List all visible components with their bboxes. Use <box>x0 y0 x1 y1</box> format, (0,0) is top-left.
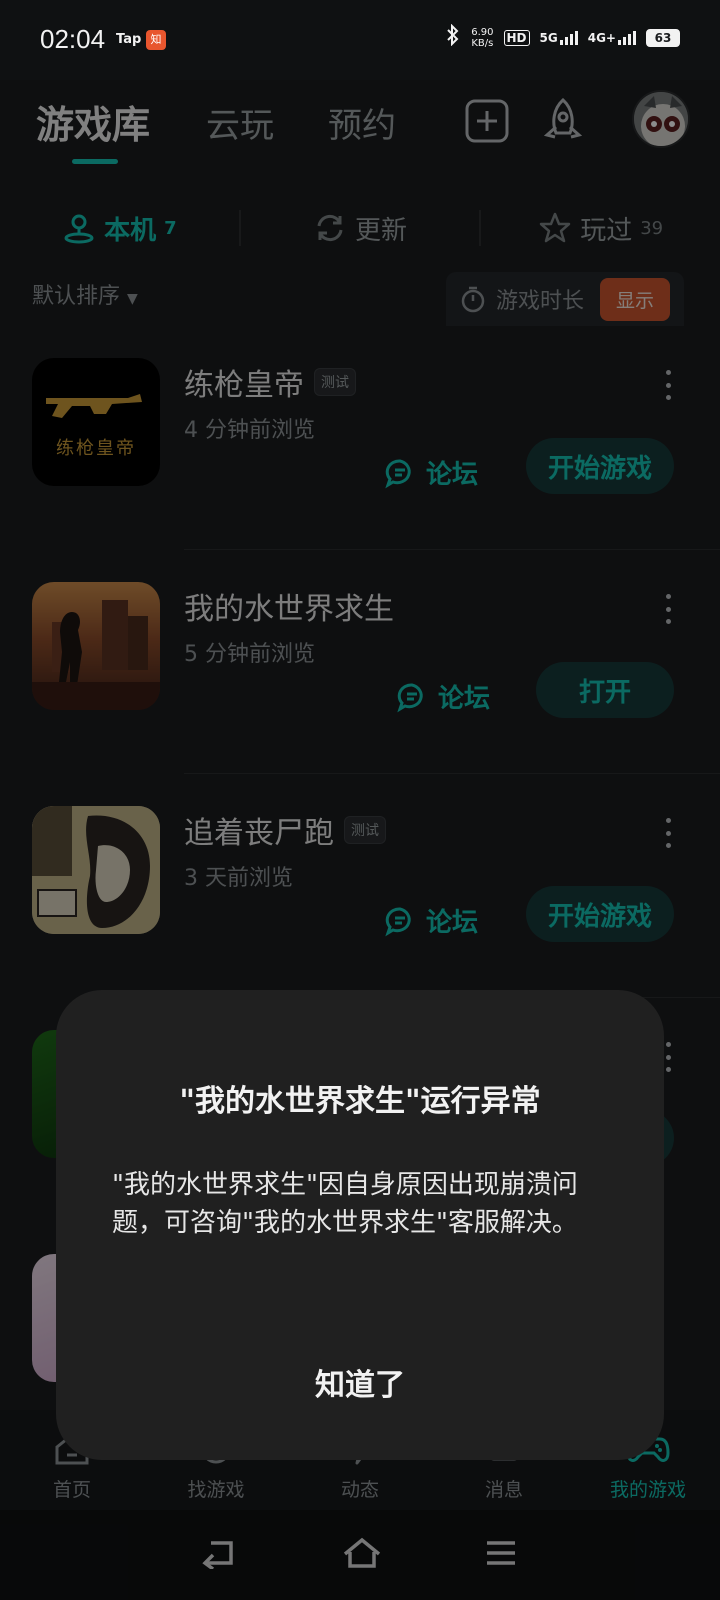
tap-notification-icon: Tap <box>116 32 142 47</box>
dialog-title: "我的水世界求生"运行异常 <box>179 1084 541 1119</box>
network-speed: 6.90 KB/s <box>471 26 494 49</box>
status-time: 02:04 <box>40 24 106 54</box>
acknowledge-button[interactable]: 知道了 <box>56 1360 664 1404</box>
status-icons: 6.90 KB/s HD 5G 4G+ 63 <box>445 23 680 51</box>
bluetooth-icon <box>445 23 461 51</box>
hd-voice-icon: HD <box>503 29 530 46</box>
status-bar: 02:04 Tap 知 6.90 KB/s HD 5G 4G+ 63 <box>0 0 720 80</box>
sim2-signal-icon: 4G+ <box>588 30 636 45</box>
sim1-signal-icon: 5G <box>540 30 578 45</box>
crash-dialog: "我的水世界求生"运行异常 "我的水世界求生"因自身原因出现崩溃问题，可咨询"我… <box>56 990 664 1460</box>
battery-icon: 63 <box>646 28 680 47</box>
app-notification-icon: 知 <box>146 30 166 50</box>
dialog-message: "我的水世界求生"因自身原因出现崩溃问题，可咨询"我的水世界求生"客服解决。 <box>112 1170 578 1238</box>
